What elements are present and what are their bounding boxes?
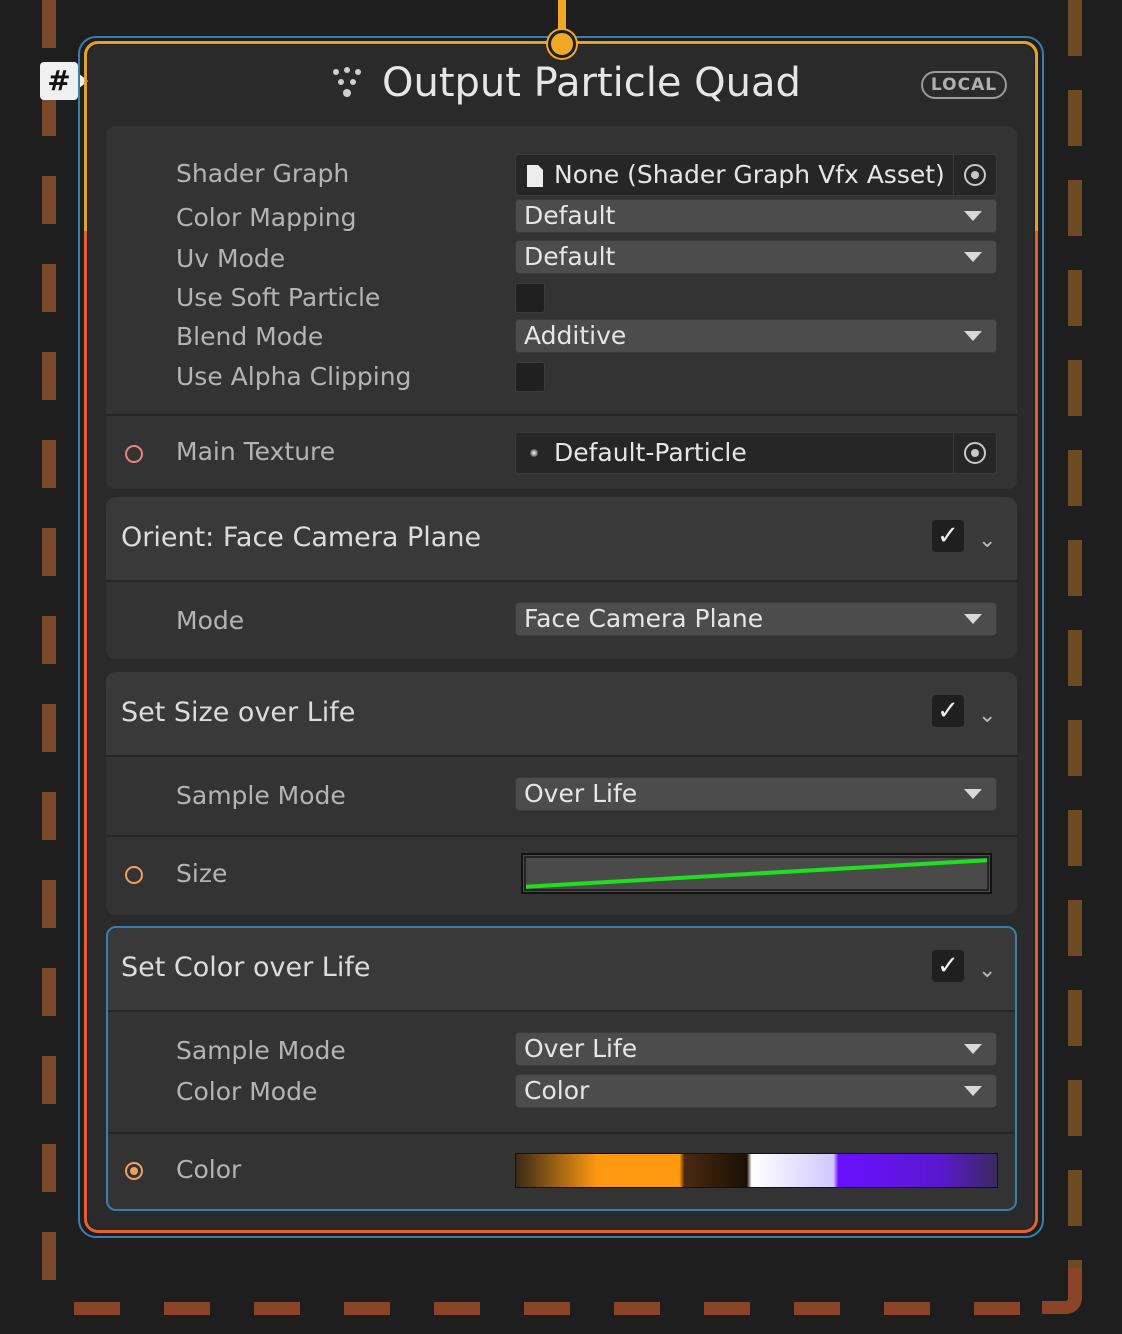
settings-divider <box>106 414 1017 416</box>
dropdown-value: Over Life <box>524 779 638 808</box>
dropdown-value: Over Life <box>524 1034 638 1063</box>
sample-mode-label: Sample Mode <box>176 1036 346 1065</box>
blend-mode-label: Blend Mode <box>176 322 324 351</box>
block-orient-title: Orient: Face Camera Plane <box>121 522 482 553</box>
size-sample-mode-dropdown[interactable]: Over Life <box>515 777 997 811</box>
object-picker-icon <box>964 164 986 186</box>
dropdown-arrow-icon <box>964 211 982 221</box>
color-gradient-field[interactable] <box>515 1153 998 1188</box>
blend-mode-dropdown[interactable]: Additive <box>515 319 997 353</box>
block-color-title: Set Color over Life <box>121 952 371 983</box>
chevron-down-icon[interactable]: ⌄ <box>978 957 996 985</box>
object-picker-button[interactable] <box>953 433 996 473</box>
dropdown-arrow-icon <box>964 1086 982 1096</box>
object-picker-icon <box>964 442 986 464</box>
group-frame-bottom <box>74 1302 1024 1315</box>
block-orient-enable-toggle[interactable]: ✓ <box>932 520 964 552</box>
mode-label: Mode <box>176 606 245 635</box>
texture-thumbnail-icon <box>530 449 538 457</box>
color-divider <box>108 1132 1015 1134</box>
dropdown-arrow-icon <box>964 1044 982 1054</box>
particle-quad-icon <box>333 67 361 97</box>
dropdown-value: Additive <box>524 321 627 350</box>
block-size-enable-toggle[interactable]: ✓ <box>932 695 964 727</box>
size-port[interactable] <box>125 866 143 884</box>
use-soft-particle-checkbox[interactable] <box>515 283 545 313</box>
file-icon <box>527 165 543 187</box>
chevron-down-icon[interactable]: ⌄ <box>978 702 996 730</box>
object-picker-button[interactable] <box>953 155 996 195</box>
checkmark-icon: ✓ <box>937 951 959 981</box>
dropdown-arrow-icon <box>964 331 982 341</box>
node-title: Output Particle Quad <box>382 60 801 106</box>
dropdown-value: Default <box>524 201 616 230</box>
color-mapping-label: Color Mapping <box>176 203 357 232</box>
use-soft-particle-label: Use Soft Particle <box>176 283 381 312</box>
use-alpha-clipping-checkbox[interactable] <box>515 362 545 392</box>
uv-mode-dropdown[interactable]: Default <box>515 240 997 274</box>
dropdown-arrow-icon <box>964 614 982 624</box>
orient-mode-dropdown[interactable]: Face Camera Plane <box>515 602 997 636</box>
main-texture-field[interactable]: Default-Particle <box>515 432 997 474</box>
checkmark-icon: ✓ <box>937 696 959 726</box>
dropdown-value: Color <box>524 1076 590 1105</box>
chevron-down-icon[interactable]: ⌄ <box>978 527 996 555</box>
color-mapping-dropdown[interactable]: Default <box>515 199 997 233</box>
use-alpha-clipping-label: Use Alpha Clipping <box>176 362 412 391</box>
size-label: Size <box>176 859 228 888</box>
group-frame-corner <box>1042 1268 1082 1314</box>
sample-mode-label: Sample Mode <box>176 781 346 810</box>
dropdown-arrow-icon <box>964 789 982 799</box>
shader-graph-label: Shader Graph <box>176 159 350 188</box>
main-texture-port[interactable] <box>125 445 143 463</box>
color-mode-dropdown[interactable]: Color <box>515 1074 997 1108</box>
dropdown-value: Face Camera Plane <box>524 604 764 633</box>
size-curve-field[interactable] <box>521 853 992 894</box>
dropdown-value: Default <box>524 242 616 271</box>
sticky-note-badge[interactable]: # <box>40 62 88 100</box>
color-port[interactable] <box>125 1162 143 1180</box>
color-sample-mode-dropdown[interactable]: Over Life <box>515 1032 997 1066</box>
size-divider <box>106 835 1017 837</box>
shader-graph-field[interactable]: None (Shader Graph Vfx Asset) <box>515 154 997 196</box>
main-texture-label: Main Texture <box>176 437 336 466</box>
block-size-title: Set Size over Life <box>121 697 356 728</box>
shader-graph-value: None (Shader Graph Vfx Asset) <box>554 160 945 189</box>
checkmark-icon: ✓ <box>937 521 959 551</box>
flow-input-port[interactable] <box>548 30 576 58</box>
flow-edge[interactable] <box>558 0 566 32</box>
color-label: Color <box>176 1155 242 1184</box>
space-badge[interactable]: LOCAL <box>921 71 1007 99</box>
group-frame-right <box>1068 0 1082 1270</box>
block-color-enable-toggle[interactable]: ✓ <box>932 950 964 982</box>
main-texture-value: Default-Particle <box>554 438 747 467</box>
group-frame-left <box>42 0 56 1290</box>
dropdown-arrow-icon <box>964 252 982 262</box>
uv-mode-label: Uv Mode <box>176 244 286 273</box>
color-mode-label: Color Mode <box>176 1077 318 1106</box>
